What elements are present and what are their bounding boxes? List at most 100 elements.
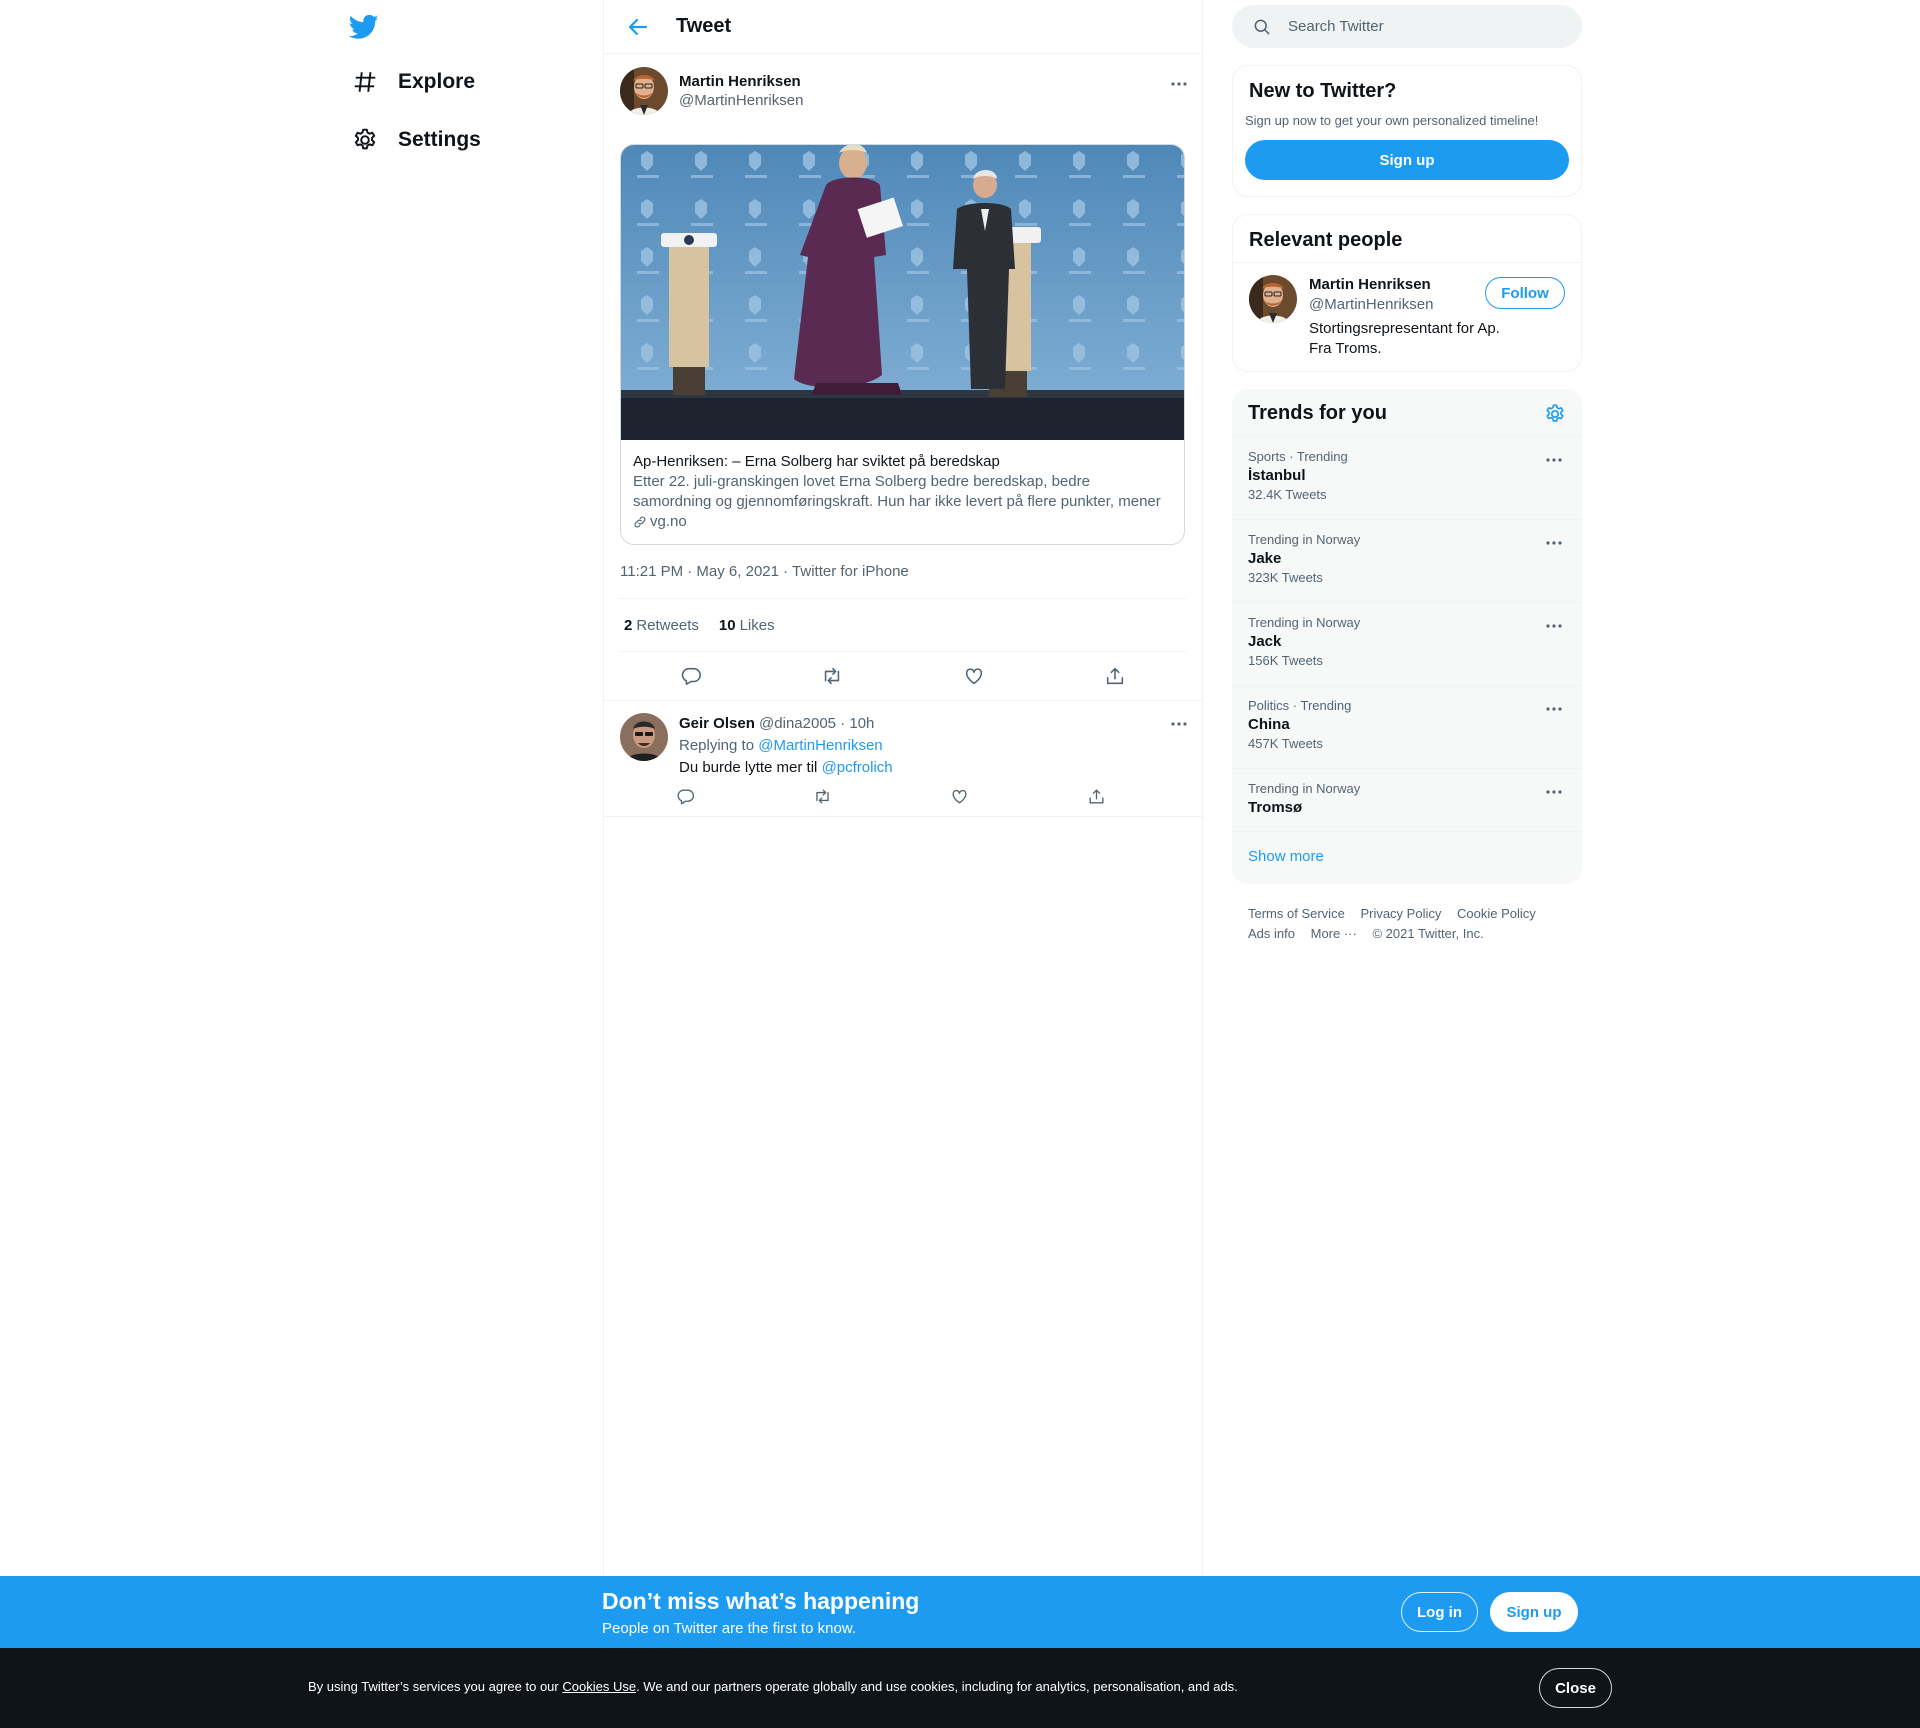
signup-button[interactable]: Sign up (1490, 1592, 1578, 1632)
card-description: Etter 22. juli-granskingen lovet Erna So… (633, 473, 1161, 510)
trend-item[interactable]: Trending in Norway Tromsø (1232, 769, 1582, 832)
relevant-person[interactable]: Martin Henriksen @MartinHenriksen Storti… (1233, 263, 1581, 371)
likes-label[interactable]: Likes (740, 617, 775, 634)
more-options-icon[interactable] (1544, 706, 1564, 712)
more-options-icon[interactable] (1544, 540, 1564, 546)
close-button[interactable]: Close (1539, 1668, 1612, 1708)
signup-button[interactable]: Sign up (1245, 140, 1569, 180)
trend-count: 457K Tweets (1248, 736, 1323, 751)
banner-subtitle: People on Twitter are the first to know. (602, 1620, 857, 1637)
author-handle[interactable]: @MartinHenriksen (679, 92, 803, 109)
card-title[interactable]: Ap-Henriksen: – Erna Solberg har sviktet… (633, 452, 1172, 472)
main-column: Tweet Martin Henriksen @MartinHenriksen … (603, 0, 1203, 1728)
reply-actions (676, 787, 1106, 806)
reply-text: Du burde lytte mer til (679, 759, 818, 776)
banner-title: Don’t miss what’s happening (602, 1588, 920, 1614)
back-arrow-icon[interactable] (626, 15, 650, 39)
trend-context: Politics · Trending (1248, 698, 1352, 713)
more-options-icon[interactable] (1169, 721, 1189, 727)
retweets-label[interactable]: Retweets (636, 617, 699, 634)
link-card[interactable]: Ap-Henriksen: – Erna Solberg har sviktet… (620, 144, 1185, 545)
trend-name[interactable]: Jack (1248, 633, 1566, 650)
trend-context: Trending in Norway (1248, 615, 1361, 630)
footer-link-more[interactable]: More ··· (1311, 924, 1357, 944)
relevant-people-box: Relevant people Martin Henriksen @Martin… (1232, 214, 1582, 372)
reply-icon[interactable] (676, 787, 695, 806)
reply-tweet[interactable]: Geir Olsen @dina2005 · 10h Replying to @… (604, 700, 1202, 817)
tweet-meta[interactable]: 11:21 PM · May 6, 2021 · Twitter for iPh… (620, 563, 1186, 599)
card-domain: vg.no (633, 512, 1172, 532)
nav-item-explore[interactable]: Explore (352, 60, 475, 104)
avatar[interactable] (620, 713, 668, 761)
trend-count: 323K Tweets (1248, 570, 1323, 585)
nav-label-explore: Explore (398, 70, 476, 93)
like-icon[interactable] (963, 665, 985, 687)
nav-label-settings: Settings (398, 128, 481, 151)
author-name[interactable]: Martin Henriksen (679, 73, 803, 90)
reply-mention-link[interactable]: @pcfrolich (822, 759, 893, 776)
gear-icon[interactable] (1544, 403, 1566, 425)
trend-context: Sports · Trending (1248, 449, 1348, 464)
trend-item[interactable]: Trending in Norway Jack 156K Tweets (1232, 603, 1582, 686)
tweet-author[interactable]: Martin Henriksen @MartinHenriksen (620, 66, 1186, 116)
tweet-actions (620, 652, 1186, 700)
footer-link-cookie[interactable]: Cookie Policy (1457, 904, 1536, 924)
cookie-text-before: By using Twitter’s services you agree to… (308, 1679, 563, 1694)
trend-name[interactable]: Jake (1248, 550, 1566, 567)
trend-count: 156K Tweets (1248, 653, 1323, 668)
reply-time[interactable]: · 10h (840, 715, 874, 732)
trend-name[interactable]: Tromsø (1248, 799, 1566, 816)
footer-link-ads[interactable]: Ads info (1248, 924, 1295, 944)
new-to-twitter-description: Sign up now to get your own personalized… (1245, 113, 1539, 128)
footer-link-privacy[interactable]: Privacy Policy (1360, 904, 1441, 924)
share-icon[interactable] (1104, 665, 1126, 687)
avatar[interactable] (1249, 275, 1297, 323)
card-image[interactable] (621, 145, 1184, 440)
trend-name[interactable]: China (1248, 716, 1566, 733)
trends-title: Trends for you (1248, 402, 1387, 424)
person-bio: Stortingsrepresentant for Ap. Fra Troms. (1309, 320, 1500, 357)
follow-button[interactable]: Follow (1485, 277, 1565, 309)
search-input[interactable] (1288, 18, 1548, 35)
trend-item[interactable]: Sports · Trending İstanbul 32.4K Tweets (1232, 437, 1582, 520)
nav-item-settings[interactable]: Settings (352, 118, 481, 162)
reply-author-handle[interactable]: @dina2005 (759, 715, 836, 732)
likes-count[interactable]: 10 (719, 617, 736, 634)
search-bar[interactable] (1232, 5, 1582, 48)
footer-links: Terms of Service Privacy Policy Cookie P… (1232, 884, 1582, 964)
gear-icon (354, 128, 376, 150)
reply-author-name[interactable]: Geir Olsen (679, 715, 755, 732)
footer-copyright: © 2021 Twitter, Inc. (1372, 926, 1484, 941)
like-icon[interactable] (950, 787, 969, 806)
retweet-icon[interactable] (813, 787, 832, 806)
trend-context: Trending in Norway (1248, 532, 1361, 547)
trend-item[interactable]: Politics · Trending China 457K Tweets (1232, 686, 1582, 769)
trend-name[interactable]: İstanbul (1248, 467, 1566, 484)
trend-item[interactable]: Trending in Norway Jake 323K Tweets (1232, 520, 1582, 603)
retweets-count[interactable]: 2 (624, 617, 632, 634)
retweet-icon[interactable] (821, 665, 843, 687)
tweet-stats: 2 Retweets 10 Likes (620, 599, 1186, 652)
person-name[interactable]: Martin Henriksen (1309, 275, 1509, 295)
twitter-bird-icon[interactable] (349, 12, 379, 42)
replying-prefix: Replying to (679, 737, 755, 754)
person-handle[interactable]: @MartinHenriksen (1309, 295, 1509, 315)
reply-icon[interactable] (680, 665, 702, 687)
new-to-twitter-box: New to Twitter? Sign up now to get your … (1232, 65, 1582, 197)
replying-to-link[interactable]: @MartinHenriksen (758, 737, 882, 754)
login-button[interactable]: Log in (1401, 1592, 1478, 1632)
more-options-icon[interactable] (1544, 623, 1564, 629)
cookie-banner: By using Twitter’s services you agree to… (0, 1648, 1920, 1728)
more-options-icon[interactable] (1169, 81, 1189, 87)
share-icon[interactable] (1087, 787, 1106, 806)
trends-box: Trends for you Sports · Trending İstanbu… (1232, 389, 1582, 884)
cookies-use-link[interactable]: Cookies Use (562, 1679, 636, 1694)
footer-link-terms[interactable]: Terms of Service (1248, 904, 1345, 924)
more-options-icon[interactable] (1544, 789, 1564, 795)
more-options-icon[interactable] (1544, 457, 1564, 463)
search-icon (1254, 19, 1270, 34)
trend-count: 32.4K Tweets (1248, 487, 1327, 502)
cookie-text: By using Twitter’s services you agree to… (308, 1679, 1238, 1694)
show-more-link[interactable]: Show more (1232, 832, 1582, 884)
avatar[interactable] (620, 67, 668, 115)
